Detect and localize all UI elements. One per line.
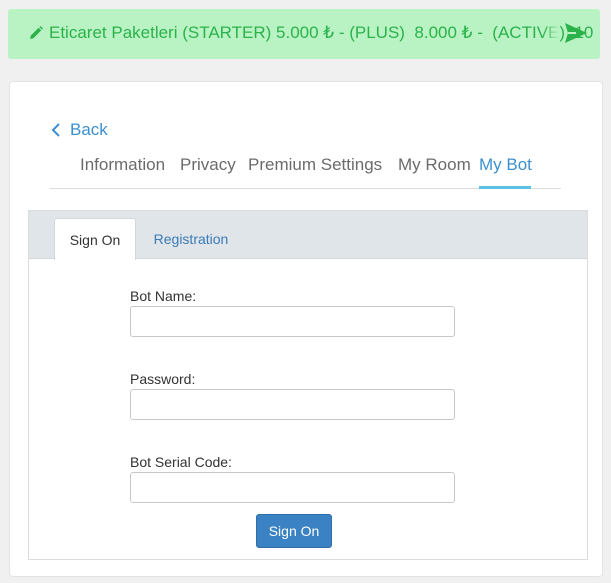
tab-my-bot[interactable]: My Bot: [479, 155, 532, 175]
tab-registration[interactable]: Registration: [143, 218, 239, 259]
active-tab-indicator: [479, 186, 531, 189]
profile-nav: Information Privacy Premium Settings My …: [50, 145, 561, 189]
bot-form-panel: Sign On Registration Bot Name: Password:…: [28, 210, 588, 560]
tab-my-room[interactable]: My Room: [398, 155, 471, 175]
back-label: Back: [70, 120, 108, 139]
bot-serial-code-input[interactable]: [130, 472, 455, 503]
tab-sign-on[interactable]: Sign On: [54, 218, 136, 260]
chevron-left-icon: [51, 123, 60, 137]
bot-name-label: Bot Name:: [130, 288, 197, 304]
tab-privacy[interactable]: Privacy: [180, 155, 236, 175]
back-link[interactable]: Back: [51, 120, 108, 140]
password-label: Password:: [130, 371, 196, 387]
password-input[interactable]: [130, 389, 455, 420]
form-tabbar: Sign On Registration: [29, 211, 587, 260]
sign-on-button[interactable]: Sign On: [256, 514, 332, 548]
send-icon[interactable]: [564, 22, 588, 44]
tab-information[interactable]: Information: [80, 155, 165, 175]
bot-serial-code-label: Bot Serial Code:: [130, 454, 232, 470]
promo-text: Eticaret Paketleri (STARTER) 5.000 ₺ - (…: [49, 23, 594, 42]
bot-name-input[interactable]: [130, 306, 455, 337]
tab-premium-settings[interactable]: Premium Settings: [248, 155, 382, 175]
pencil-icon[interactable]: [28, 25, 44, 41]
promo-banner: Eticaret Paketleri (STARTER) 5.000 ₺ - (…: [8, 9, 600, 59]
banner-fade: [542, 9, 560, 59]
profile-card: Back Information Privacy Premium Setting…: [9, 81, 603, 577]
